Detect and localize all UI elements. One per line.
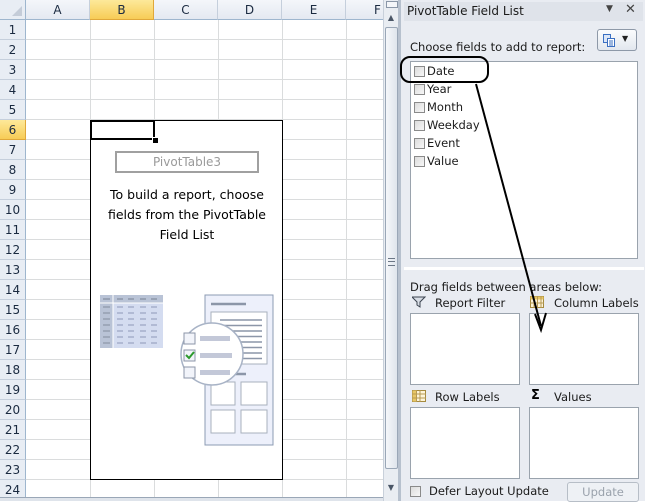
field-checkbox[interactable]: [414, 66, 425, 77]
row-header-14[interactable]: 14: [0, 280, 26, 300]
column-header-e[interactable]: E: [282, 0, 346, 20]
row-labels-icon: [412, 390, 426, 402]
field-item-value[interactable]: Value: [414, 152, 459, 170]
field-label: Month: [427, 100, 464, 114]
worksheet-grid[interactable]: A B C D E F 1 2 3 4 5 6 7 8 9 10 11 12 13 14 15 16 17 18 1…: [0, 0, 383, 501]
field-list[interactable]: Date Year Month Weekday Event Value: [410, 61, 638, 259]
gridline: [26, 79, 383, 80]
pivot-field-list-pane: PivotTable Field List ▼ ✕ ▼ Choose field…: [398, 0, 645, 502]
field-label: Value: [427, 154, 459, 168]
pane-menu-dropdown-icon[interactable]: ▼: [606, 4, 613, 14]
row-header-12[interactable]: 12: [0, 240, 26, 260]
gridline: [26, 59, 383, 60]
pane-close-icon[interactable]: ✕: [625, 2, 636, 17]
values-label: Values: [554, 390, 592, 404]
field-label: Event: [427, 136, 460, 150]
scroll-down-arrow-icon[interactable]: ▼: [384, 480, 398, 496]
column-header-f[interactable]: F: [346, 0, 383, 20]
row-header-8[interactable]: 8: [0, 160, 26, 180]
gridline: [26, 99, 383, 100]
scroll-thumb[interactable]: [385, 27, 398, 469]
pane-splitter[interactable]: [404, 267, 644, 270]
column-header-c[interactable]: C: [154, 0, 218, 20]
field-list-layout-button[interactable]: ▼: [597, 29, 637, 51]
column-header-b[interactable]: B: [90, 0, 154, 20]
field-checkbox[interactable]: [414, 84, 425, 95]
row-header-15[interactable]: 15: [0, 300, 26, 320]
update-button[interactable]: Update: [567, 482, 639, 502]
filter-icon: [412, 296, 426, 308]
row-header-17[interactable]: 17: [0, 340, 26, 360]
gridline: [346, 20, 347, 501]
row-header-2[interactable]: 2: [0, 40, 26, 60]
column-header-a[interactable]: A: [26, 0, 90, 20]
dropdown-arrow-icon: ▼: [622, 34, 629, 43]
column-labels-area[interactable]: [529, 313, 639, 385]
row-labels-label: Row Labels: [435, 390, 500, 404]
drag-fields-label: Drag fields between areas below:: [410, 280, 602, 294]
field-item-event[interactable]: Event: [414, 134, 460, 152]
grip-icon: [388, 258, 395, 266]
row-header-11[interactable]: 11: [0, 220, 26, 240]
column-labels-label: Column Labels: [554, 296, 639, 310]
field-label: Year: [427, 82, 452, 96]
field-checkbox[interactable]: [414, 156, 425, 167]
report-filter-area[interactable]: [410, 313, 520, 385]
row-header-20[interactable]: 20: [0, 400, 26, 420]
split-box[interactable]: [386, 1, 398, 8]
pivot-table-name: PivotTable3: [115, 151, 259, 173]
field-checkbox[interactable]: [414, 138, 425, 149]
field-item-year[interactable]: Year: [414, 80, 451, 98]
row-header-21[interactable]: 21: [0, 420, 26, 440]
defer-checkbox[interactable]: [410, 486, 421, 497]
choose-fields-label: Choose fields to add to report:: [410, 40, 586, 54]
row-header-6[interactable]: 6: [0, 120, 26, 140]
row-header-3[interactable]: 3: [0, 60, 26, 80]
row-header-1[interactable]: 1: [0, 20, 26, 40]
report-filter-label: Report Filter: [435, 296, 506, 310]
active-cell-b6[interactable]: [90, 120, 155, 140]
row-header-7[interactable]: 7: [0, 140, 26, 160]
column-labels-icon: [530, 296, 544, 308]
gridline: [26, 39, 383, 40]
row-header-9[interactable]: 9: [0, 180, 26, 200]
row-header-10[interactable]: 10: [0, 200, 26, 220]
field-label: Date: [427, 64, 455, 78]
field-item-date[interactable]: Date: [414, 62, 455, 80]
row-header-16[interactable]: 16: [0, 320, 26, 340]
fill-handle[interactable]: [152, 137, 159, 144]
defer-label: Defer Layout Update: [429, 484, 549, 498]
row-header-19[interactable]: 19: [0, 380, 26, 400]
field-checkbox[interactable]: [414, 120, 425, 131]
field-item-weekday[interactable]: Weekday: [414, 116, 480, 134]
row-labels-area[interactable]: [410, 407, 520, 479]
sigma-icon: Σ: [531, 388, 540, 403]
column-header-d[interactable]: D: [218, 0, 282, 20]
field-label: Weekday: [427, 118, 480, 132]
row-header-18[interactable]: 18: [0, 360, 26, 380]
row-header-4[interactable]: 4: [0, 80, 26, 100]
defer-layout-update[interactable]: Defer Layout Update: [410, 484, 549, 498]
pivot-instructions: To build a report, choose fields from th…: [107, 187, 266, 242]
values-area[interactable]: [529, 407, 639, 479]
layout-icon: [603, 34, 615, 47]
vertical-scrollbar[interactable]: ▲ ▼: [383, 0, 398, 501]
pivot-illustration-icon: [100, 294, 274, 446]
field-checkbox[interactable]: [414, 102, 425, 113]
row-header-23[interactable]: 23: [0, 460, 26, 480]
sheet-tabs-bar[interactable]: [0, 497, 383, 501]
field-item-month[interactable]: Month: [414, 98, 463, 116]
row-header-13[interactable]: 13: [0, 260, 26, 280]
scroll-up-arrow-icon[interactable]: ▲: [384, 10, 398, 26]
row-header-22[interactable]: 22: [0, 440, 26, 460]
row-header-5[interactable]: 5: [0, 100, 26, 120]
select-all-corner[interactable]: [0, 0, 26, 20]
